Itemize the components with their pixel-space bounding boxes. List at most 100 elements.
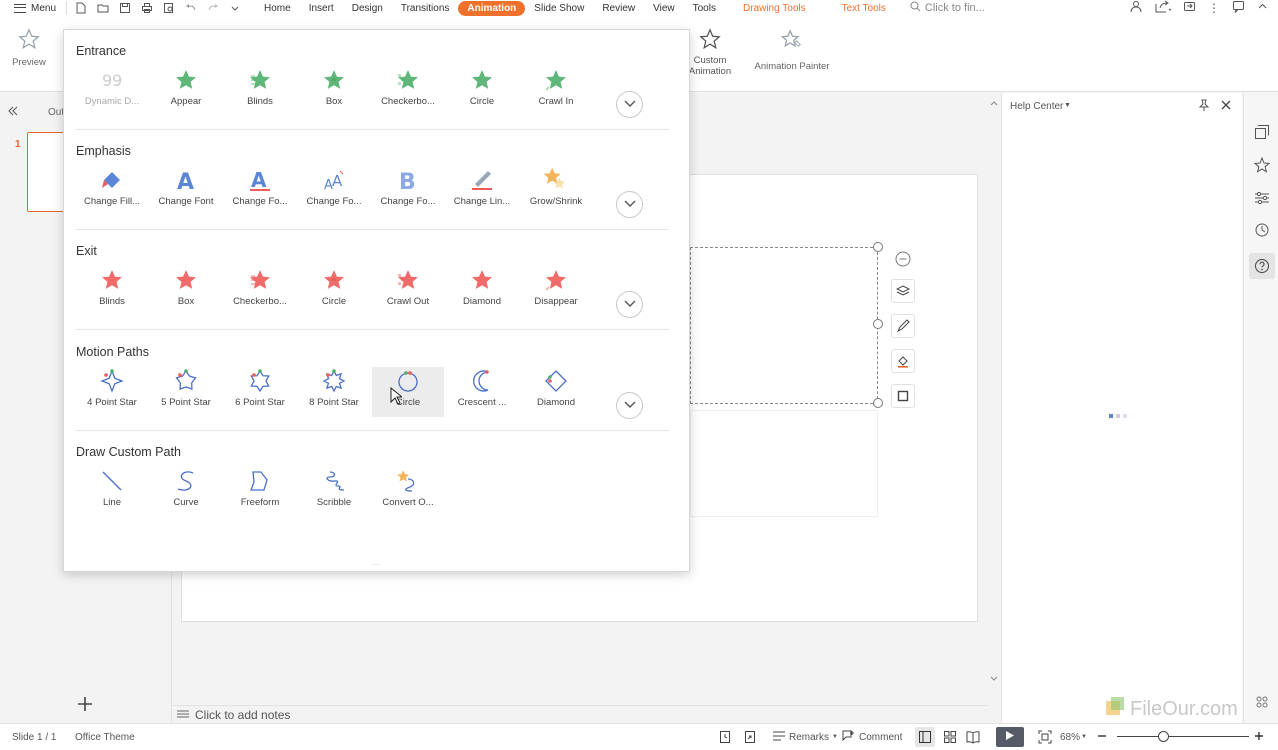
animation-custom-convert-o[interactable]: Convert O... <box>372 467 444 517</box>
animation-entrance-dynamic-d[interactable]: 99 Dynamic D... <box>76 66 148 116</box>
custom-animation-button[interactable]: Custom Animation <box>686 28 734 77</box>
collapse-ribbon-icon[interactable] <box>1257 1 1268 15</box>
feedback-icon[interactable] <box>1232 0 1245 16</box>
animation-exit-crawl-out[interactable]: Crawl Out <box>372 266 444 316</box>
animation-path-4-point-star[interactable]: 4 Point Star <box>76 367 148 417</box>
animation-exit-blinds[interactable]: Blinds <box>76 266 148 316</box>
animation-emphasis-change-fill[interactable]: Change Fill... <box>76 166 148 216</box>
pin-icon[interactable] <box>1198 99 1210 114</box>
notes-toggle-icon[interactable] <box>718 730 732 747</box>
open-folder-icon[interactable] <box>97 2 109 14</box>
expand-exit-button[interactable] <box>616 291 643 318</box>
close-icon[interactable] <box>1220 99 1232 114</box>
scroll-down-icon[interactable] <box>990 673 998 685</box>
zoom-in-icon[interactable] <box>1253 730 1265 745</box>
border-icon[interactable] <box>891 384 915 408</box>
animation-custom-curve[interactable]: Curve <box>150 467 222 517</box>
tab-text-tools[interactable]: Text Tools <box>824 1 904 16</box>
remarks-button[interactable]: Remarks ▼ <box>772 730 838 745</box>
animation-emphasis-change-fo[interactable]: B Change Fo... <box>372 166 444 216</box>
more-options-icon[interactable]: ⋮ <box>1208 1 1220 15</box>
fill-color-icon[interactable] <box>891 349 915 373</box>
help-icon[interactable] <box>1249 253 1275 279</box>
cloud-sync-icon[interactable] <box>1183 0 1196 16</box>
animation-emphasis-grow-shrink[interactable]: Grow/Shrink <box>520 166 592 216</box>
animation-emphasis-change-lin[interactable]: Change Lin... <box>446 166 518 216</box>
animation-emphasis-change-fo[interactable]: A Change Fo... <box>224 166 296 216</box>
animation-path-8-point-star[interactable]: 8 Point Star <box>298 367 370 417</box>
help-center-title[interactable]: Help Center <box>1010 101 1063 112</box>
animation-exit-circle[interactable]: Circle <box>298 266 370 316</box>
add-slide-icon[interactable] <box>76 695 94 716</box>
animation-path-diamond[interactable]: Diamond <box>520 367 592 417</box>
selected-text-box[interactable] <box>690 247 878 404</box>
collapse-pane-icon[interactable] <box>7 105 19 120</box>
animation-path-crescent[interactable]: Crescent ... <box>446 367 518 417</box>
layers-icon[interactable] <box>891 279 915 303</box>
expand-motion-paths-button[interactable] <box>616 392 643 419</box>
slide-switch-icon[interactable] <box>1253 123 1271 141</box>
resize-grip-icon[interactable]: ··· <box>372 560 380 569</box>
share-icon[interactable] <box>1155 0 1172 16</box>
print-preview-icon[interactable] <box>163 2 175 14</box>
slide-thumbnail[interactable] <box>27 132 67 212</box>
notes-bar[interactable]: Click to add notes <box>172 705 988 723</box>
outline-tab[interactable]: Out <box>48 107 64 118</box>
animation-entrance-box[interactable]: Box <box>298 66 370 116</box>
history-icon[interactable] <box>1253 221 1271 239</box>
animation-custom-scribble[interactable]: Scribble <box>298 467 370 517</box>
grid-apps-icon[interactable] <box>1253 693 1271 711</box>
zoom-out-icon[interactable] <box>1096 730 1108 745</box>
pen-icon[interactable] <box>891 314 915 338</box>
tab-home[interactable]: Home <box>255 1 300 16</box>
resize-handle[interactable] <box>873 319 883 329</box>
text-box[interactable] <box>690 410 878 517</box>
cast-icon[interactable] <box>743 730 757 747</box>
tab-insert[interactable]: Insert <box>300 1 343 16</box>
tab-drawing-tools[interactable]: Drawing Tools <box>725 1 824 16</box>
tab-animation[interactable]: Animation <box>458 0 526 16</box>
undo-icon[interactable] <box>185 2 197 14</box>
animation-path-circle[interactable]: Circle <box>372 367 444 417</box>
resize-handle[interactable] <box>873 398 883 408</box>
reading-view-icon[interactable] <box>966 730 980 747</box>
animation-custom-freeform[interactable]: Freeform <box>224 467 296 517</box>
animation-star-icon[interactable] <box>1253 156 1271 174</box>
tab-design[interactable]: Design <box>343 1 392 16</box>
customize-chevron-icon[interactable] <box>229 2 241 14</box>
vertical-scrollbar[interactable] <box>988 93 1000 723</box>
zoom-level[interactable]: 68% <box>1060 732 1080 743</box>
tab-transitions[interactable]: Transitions <box>392 1 459 16</box>
redo-icon[interactable] <box>207 2 219 14</box>
zoom-slider-knob[interactable] <box>1157 731 1169 742</box>
animation-custom-line[interactable]: Line <box>76 467 148 517</box>
properties-sliders-icon[interactable] <box>1253 189 1271 207</box>
expand-entrance-button[interactable] <box>616 91 643 118</box>
animation-exit-diamond[interactable]: Diamond <box>446 266 518 316</box>
search-box[interactable]: Click to fin... <box>910 1 985 15</box>
tab-tools[interactable]: Tools <box>684 1 725 16</box>
animation-exit-checkerbo[interactable]: Checkerbo... <box>224 266 296 316</box>
menu-button[interactable]: Menu <box>0 3 66 14</box>
preview-button[interactable]: Preview <box>12 28 46 68</box>
animation-entrance-blinds[interactable]: Blinds <box>224 66 296 116</box>
tab-view[interactable]: View <box>644 1 684 16</box>
play-slideshow-button[interactable] <box>996 727 1024 747</box>
new-file-icon[interactable] <box>75 2 87 14</box>
animation-emphasis-change-font[interactable]: A Change Font <box>150 166 222 216</box>
help-title-dropdown-icon[interactable]: ▼ <box>1064 102 1071 109</box>
comment-button[interactable]: Comment <box>841 729 902 746</box>
expand-emphasis-button[interactable] <box>616 191 643 218</box>
zoom-out-circle-icon[interactable] <box>894 250 912 268</box>
collaborate-icon[interactable] <box>1130 0 1143 16</box>
animation-path-5-point-star[interactable]: 5 Point Star <box>150 367 222 417</box>
animation-entrance-circle[interactable]: Circle <box>446 66 518 116</box>
save-icon[interactable] <box>119 2 131 14</box>
animation-path-6-point-star[interactable]: 6 Point Star <box>224 367 296 417</box>
print-icon[interactable] <box>141 2 153 14</box>
resize-handle[interactable] <box>873 242 883 252</box>
animation-exit-disappear[interactable]: Disappear <box>520 266 592 316</box>
normal-view-icon[interactable] <box>915 727 935 747</box>
fit-window-icon[interactable] <box>1038 730 1052 747</box>
scroll-up-icon[interactable] <box>990 97 998 109</box>
